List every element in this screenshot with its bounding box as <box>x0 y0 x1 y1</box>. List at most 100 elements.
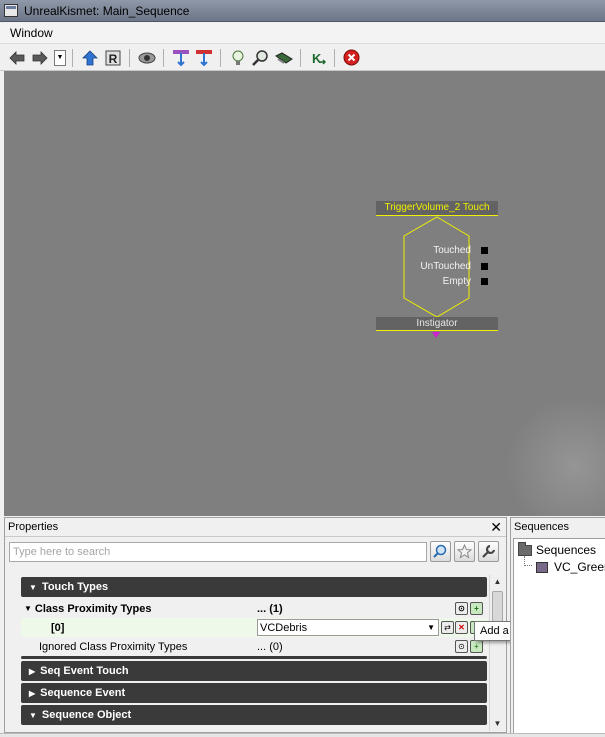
property-row-ignored-class-proximity-types[interactable]: Ignored Class Proximity Types ... (0) ⊙ … <box>21 637 487 656</box>
empty-array-icon[interactable]: ⊙ <box>455 640 468 653</box>
favorites-star-icon[interactable] <box>454 541 475 562</box>
parent-sequence-icon[interactable] <box>79 47 100 68</box>
open-sequence-icon[interactable] <box>273 47 294 68</box>
category-label: Sequence Object <box>41 709 132 721</box>
chevron-down-icon[interactable]: ▼ <box>427 623 435 632</box>
collapsed-triangle-icon[interactable]: ▶ <box>29 667 35 676</box>
property-name-label: Ignored Class Proximity Types <box>39 640 188 653</box>
add-item-icon[interactable]: + <box>470 602 483 615</box>
output-label: Touched <box>433 245 471 256</box>
status-strip <box>0 733 605 737</box>
property-grid: ▼ Touch Types ▼ Class Proximity Types ..… <box>21 575 487 731</box>
category-sequence-event[interactable]: ▶ Sequence Event <box>21 683 487 703</box>
sequence-tree[interactable]: Sequences VC_Green <box>513 538 605 733</box>
menu-window[interactable]: Window <box>10 26 53 40</box>
window-title: UnrealKismet: Main_Sequence <box>24 3 190 18</box>
class-dropdown[interactable]: VCDebris ▼ <box>257 619 439 636</box>
toolbar-separator <box>129 48 130 67</box>
variable-link-label[interactable]: Instigator <box>376 317 498 331</box>
hide-connectors-icon[interactable] <box>136 47 157 68</box>
search-row <box>5 537 506 567</box>
property-value-label: ... (0) <box>257 640 283 653</box>
search-icon[interactable] <box>430 541 451 562</box>
tree-connector <box>524 556 532 566</box>
properties-scrollbar[interactable]: ▲ ▼ <box>489 575 504 731</box>
output-link-touched[interactable]: Touched <box>433 245 488 256</box>
category-label: Touch Types <box>41 581 109 593</box>
property-value[interactable]: ... (1) ⊙ + <box>255 599 487 618</box>
toolbar-separator <box>163 48 164 67</box>
category-touch-types[interactable]: ▼ Touch Types <box>21 577 487 597</box>
sequences-panel: Sequences Sequences VC_Green <box>510 517 605 733</box>
show-selected-icon[interactable] <box>193 47 214 68</box>
node-title[interactable]: TriggerVolume_2 Touch <box>376 201 498 216</box>
search-bulb-icon[interactable] <box>227 47 248 68</box>
tree-item-label: VC_Green <box>554 560 605 574</box>
category-label: Seq Event Touch <box>40 665 129 677</box>
category-seq-event-touch[interactable]: ▶ Seq Event Touch <box>21 661 487 681</box>
property-name: [0] <box>21 618 255 637</box>
category-label: Sequence Event <box>40 687 126 699</box>
delete-icon[interactable] <box>341 47 362 68</box>
history-dropdown[interactable]: ▼ <box>54 49 66 66</box>
empty-array-icon[interactable]: ⊙ <box>455 602 468 615</box>
expanded-triangle-icon[interactable]: ▼ <box>29 583 37 592</box>
tree-item-root[interactable]: Sequences <box>518 541 596 557</box>
tree-item-child[interactable]: VC_Green <box>536 560 605 574</box>
property-row-item-0[interactable]: [0] VCDebris ▼ ⇄ ✕ + <box>21 618 487 637</box>
output-plug[interactable] <box>481 277 488 285</box>
expanded-triangle-icon[interactable]: ▼ <box>29 711 37 720</box>
toolbar-separator <box>334 48 335 67</box>
title-bar: UnrealKismet: Main_Sequence <box>0 0 605 22</box>
toolbar-separator <box>72 48 73 67</box>
property-value[interactable]: ... (0) ⊙ + <box>255 637 487 656</box>
create-sequence-icon[interactable]: K <box>307 47 328 68</box>
output-label: UnTouched <box>420 261 471 272</box>
event-node[interactable]: Touched UnTouched Empty <box>376 216 498 318</box>
scroll-up-icon[interactable]: ▲ <box>490 575 505 589</box>
menu-bar: Window <box>0 23 605 44</box>
category-sequence-object[interactable]: ▼ Sequence Object <box>21 705 487 725</box>
search-input[interactable] <box>9 542 427 562</box>
output-label: Empty <box>442 276 471 287</box>
property-name-label: Class Proximity Types <box>34 602 152 615</box>
dropdown-value: VCDebris <box>260 621 308 634</box>
clear-icon[interactable]: ✕ <box>455 621 468 634</box>
back-arrow-icon[interactable] <box>6 47 27 68</box>
scroll-down-icon[interactable]: ▼ <box>490 717 505 731</box>
property-value-label: ... (1) <box>257 602 283 615</box>
output-link-empty[interactable]: Empty <box>442 276 488 287</box>
collapsed-triangle-icon[interactable]: ▶ <box>29 689 35 698</box>
forward-arrow-icon[interactable] <box>29 47 50 68</box>
toolbar-separator <box>220 48 221 67</box>
output-link-untouched[interactable]: UnTouched <box>420 261 488 272</box>
folder-icon <box>518 541 532 556</box>
rename-sequence-icon[interactable]: R <box>102 47 123 68</box>
svg-text:R: R <box>108 52 117 66</box>
window-app-icon[interactable] <box>4 4 18 17</box>
property-value[interactable]: VCDebris ▼ ⇄ ✕ + <box>255 618 487 637</box>
svg-text:K: K <box>312 51 322 66</box>
output-plug[interactable] <box>481 262 488 270</box>
add-item-icon[interactable]: + <box>470 640 483 653</box>
properties-header: Properties ✕ <box>5 518 506 537</box>
properties-title: Properties <box>8 521 59 533</box>
category-divider <box>21 656 487 659</box>
property-row-class-proximity-types[interactable]: ▼ Class Proximity Types ... (1) ⊙ + <box>21 599 487 618</box>
properties-panel: Properties ✕ ▼ Touch Types ▼ Class Proxi… <box>4 517 507 733</box>
toolbar-separator <box>300 48 301 67</box>
expanded-triangle-icon[interactable]: ▼ <box>24 604 32 613</box>
kismet-canvas[interactable]: TriggerVolume_2 Touch Touched UnTouched … <box>4 71 605 516</box>
close-icon[interactable]: ✕ <box>490 519 502 535</box>
show-all-icon[interactable] <box>170 47 191 68</box>
zoom-icon[interactable] <box>250 47 271 68</box>
property-name: ▼ Class Proximity Types <box>21 599 255 618</box>
variable-link-arrow-icon[interactable] <box>432 332 440 338</box>
sequence-icon <box>536 561 548 573</box>
sequences-header: Sequences <box>514 521 570 533</box>
settings-wrench-icon[interactable] <box>478 541 499 562</box>
output-plug[interactable] <box>481 246 488 254</box>
property-name: Ignored Class Proximity Types <box>21 637 255 656</box>
use-selected-icon[interactable]: ⇄ <box>441 621 454 634</box>
property-name-label: [0] <box>51 621 65 634</box>
